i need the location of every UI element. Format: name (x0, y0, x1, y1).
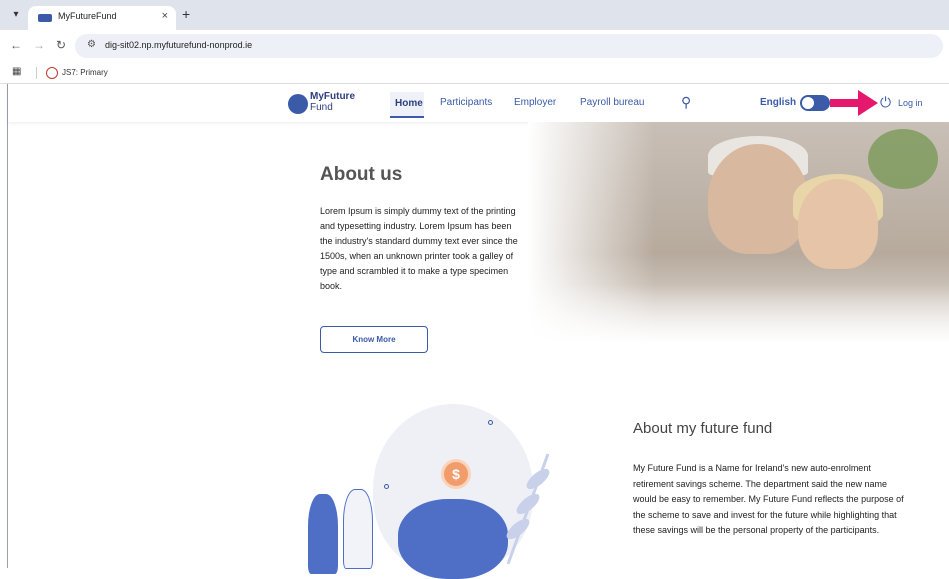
decor-dot (488, 420, 493, 425)
language-toggle[interactable] (800, 95, 830, 111)
nav-home-label: Home (395, 98, 423, 109)
bookmark-item[interactable]: JS7: Primary (62, 68, 108, 77)
new-tab-icon[interactable]: + (182, 6, 190, 22)
site-info-icon[interactable]: ⚙ (87, 39, 96, 50)
login-link[interactable]: Log in (898, 98, 923, 108)
tab-favicon-icon (38, 14, 52, 22)
about-body: Lorem Ipsum is simply dummy text of the … (320, 206, 518, 291)
fund-body: My Future Fund is a Name for Ireland's n… (633, 463, 904, 535)
hero-woman-graphic (798, 179, 878, 269)
person-illustration-icon (343, 489, 373, 569)
know-more-button[interactable]: Know More (320, 326, 428, 353)
leaf-icon (506, 453, 550, 564)
bookmark-favicon-icon (46, 67, 58, 79)
tab-title: MyFutureFund (58, 11, 117, 21)
nav-participants[interactable]: Participants (440, 97, 492, 108)
bookmarks-bar: ▦ JS7: Primary (0, 62, 949, 84)
url-text: dig-sit02.np.myfuturefund-nonprod.ie (105, 40, 253, 50)
browser-tab-strip: ▾ MyFutureFund × + (0, 0, 949, 30)
about-title: About us (320, 164, 403, 185)
tab-close-icon[interactable]: × (162, 10, 168, 22)
page-content: MyFuture Fund Home Participants Employer… (7, 84, 949, 579)
apps-grid-icon[interactable]: ▦ (12, 66, 21, 77)
language-label: English (760, 97, 797, 108)
toggle-knob (802, 97, 814, 109)
search-icon[interactable]: ⚲ (681, 94, 691, 111)
hero-plant-graphic (868, 129, 938, 189)
hero-fade (528, 284, 949, 344)
fund-title: About my future fund (633, 420, 773, 437)
person-illustration-icon (308, 494, 338, 574)
forward-icon[interactable]: → (33, 38, 45, 52)
nav-employer[interactable]: Employer (514, 97, 556, 108)
piggy-bank-icon (398, 499, 508, 579)
power-icon[interactable]: ⏻ (880, 94, 891, 111)
coin-icon: $ (441, 459, 471, 489)
decor-dot (384, 484, 389, 489)
browser-toolbar: ← → ↻ ⚙ dig-sit02.np.myfuturefund-nonpro… (0, 30, 949, 62)
browser-tab[interactable]: MyFutureFund × (28, 6, 176, 30)
nav-payroll-bureau[interactable]: Payroll bureau (580, 97, 644, 108)
logo-text-top[interactable]: MyFuture (310, 91, 355, 102)
logo-text-bottom[interactable]: Fund (310, 102, 333, 113)
site-header: MyFuture Fund Home Participants Employer… (8, 84, 949, 122)
address-bar[interactable]: ⚙ dig-sit02.np.myfuturefund-nonprod.ie (75, 34, 943, 58)
reload-icon[interactable]: ↻ (56, 38, 66, 52)
back-icon[interactable]: ← (10, 38, 22, 52)
nav-home[interactable]: Home (390, 92, 424, 118)
pink-arrow-icon (830, 90, 878, 116)
bookmark-separator (36, 67, 37, 79)
tab-search-dropdown-icon[interactable]: ▾ (8, 7, 24, 23)
logo-globe-icon (288, 94, 308, 114)
